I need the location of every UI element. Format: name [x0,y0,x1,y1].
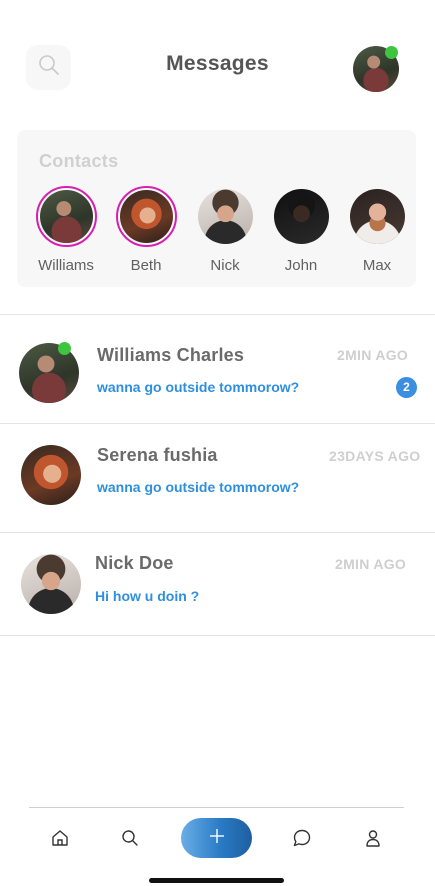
conversation-message: wanna go outside tommorow? [97,479,300,495]
avatar [273,189,329,244]
conversation-message: wanna go outside tommorow? [97,379,300,395]
search-icon[interactable] [118,826,142,850]
conversation-time: 2MIN AGO [337,347,409,363]
contact-name: Max [362,257,392,274]
conversation-name: Serena fushia [97,445,218,465]
contact-williams[interactable]: Williams [35,186,97,274]
online-indicator [385,46,398,59]
avatar [119,190,173,243]
avatar [21,445,81,505]
contacts-title: Contacts [39,151,119,171]
contact-nick[interactable]: Nick [194,186,256,274]
profile-avatar[interactable] [353,46,399,92]
avatar [349,189,405,244]
profile-icon[interactable] [361,826,385,850]
story-ring [347,186,408,247]
chat-bubble-icon[interactable] [290,826,314,850]
add-button[interactable] [181,818,252,858]
story-ring [271,186,332,247]
conversation-time: 2MIN AGO [335,556,407,572]
home-indicator [149,878,284,883]
contact-john[interactable]: John [270,186,332,274]
conversation-name: Nick Doe [95,553,174,573]
bottom-nav-divider [29,807,404,808]
story-ring [195,186,256,247]
contacts-panel: Contacts Williams Beth Nick John Max [17,130,416,287]
contact-beth[interactable]: Beth [115,186,177,274]
conversation-item[interactable]: Williams Charles 2MIN AGO wanna go outsi… [0,315,435,423]
divider [0,635,435,636]
contact-name: John [284,257,318,274]
online-indicator [58,342,71,355]
conversation-item[interactable]: Nick Doe 2MIN AGO Hi how u doin ? [0,533,435,635]
home-icon[interactable] [48,826,72,850]
plus-icon [209,828,225,849]
conversation-item[interactable]: Serena fushia 23DAYS AGO wanna go outsid… [0,424,435,532]
avatar [19,343,79,403]
avatar [39,190,93,243]
contact-name: Williams [38,257,94,274]
avatar [21,554,81,614]
contact-name: Nick [210,257,240,274]
conversation-message: Hi how u doin ? [95,588,200,604]
story-ring [115,186,177,247]
story-ring [35,186,97,247]
contact-max[interactable]: Max [346,186,408,274]
conversation-time: 23DAYS AGO [329,448,421,464]
contact-name: Beth [130,257,162,274]
unread-badge: 2 [396,377,417,398]
conversation-name: Williams Charles [97,345,245,365]
avatar [197,189,253,244]
